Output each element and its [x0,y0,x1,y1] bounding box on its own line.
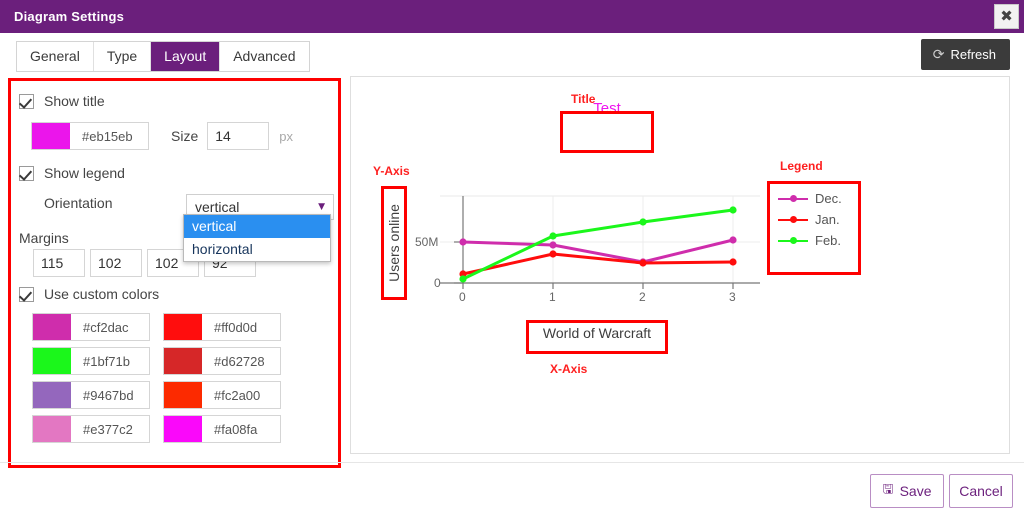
custom-color-swatch-2[interactable] [164,314,202,340]
custom-color-row-2: #1bf71b #d62728 [32,347,281,375]
orientation-selected-value: vertical [195,199,240,215]
show-legend-checkbox[interactable] [19,165,34,181]
custom-color-row-3: #9467bd #fc2a00 [32,381,281,409]
orientation-row: Orientation [44,195,112,211]
custom-color-value-5: #9467bd [83,387,134,403]
series-point-jan-1 [549,250,557,258]
close-icon[interactable]: ✖ [994,4,1019,29]
custom-color-swatch-5[interactable] [33,382,71,408]
margins-row: Margins [19,230,69,246]
series-point-feb-2 [639,218,647,226]
annotation-box-legend [767,181,861,275]
tab-general[interactable]: General [17,42,94,71]
annotation-box-y-axis [381,186,407,300]
title-size-input[interactable] [207,122,270,150]
chart-canvas [440,195,760,289]
save-label: Save [899,483,932,499]
custom-color-row-4: #e377c2 #fa08fa [32,415,281,443]
tab-advanced[interactable]: Advanced [220,42,309,71]
layout-settings-panel: Show title #eb15eb Size px Show legend O… [8,78,341,468]
x-tick-label-2: 2 [639,290,646,304]
series-point-jan-3 [729,258,737,266]
x-tick-label-3: 3 [729,290,736,304]
margin-top-input[interactable] [33,249,85,277]
y-tick-label-50m: 50M [415,235,439,249]
custom-color-swatch-6[interactable] [164,382,202,408]
custom-color-value-7: #e377c2 [83,421,133,437]
title-size-unit: px [279,128,293,144]
custom-color-field-5[interactable]: #9467bd [32,381,150,409]
use-custom-colors-label: Use custom colors [44,286,160,302]
custom-color-value-1: #cf2dac [83,319,129,335]
chevron-down-icon: ▼ [318,201,325,212]
custom-color-swatch-7[interactable] [33,416,71,442]
x-tick-label-0: 0 [459,290,466,304]
series-point-dec-3 [729,236,737,244]
series-point-jan-2 [639,259,647,267]
title-color-field[interactable]: #eb15eb [31,122,149,150]
custom-color-swatch-4[interactable] [164,348,202,374]
save-icon: 🖫 [882,482,894,497]
custom-color-field-3[interactable]: #1bf71b [32,347,150,375]
window-title: Diagram Settings [14,9,125,24]
custom-color-value-4: #d62728 [214,353,265,369]
show-title-row[interactable]: Show title [19,93,105,109]
orientation-option-vertical[interactable]: vertical [184,215,330,238]
show-legend-row[interactable]: Show legend [19,165,125,181]
custom-color-field-6[interactable]: #fc2a00 [163,381,281,409]
custom-color-row-1: #cf2dac #ff0d0d [32,313,281,341]
margin-right-input[interactable] [90,249,142,277]
series-line-jan [461,252,735,276]
custom-color-field-8[interactable]: #fa08fa [163,415,281,443]
refresh-label: Refresh [950,47,996,62]
custom-color-field-7[interactable]: #e377c2 [32,415,150,443]
custom-color-value-2: #ff0d0d [214,319,258,335]
cancel-button[interactable]: Cancel [949,474,1013,508]
custom-color-field-1[interactable]: #cf2dac [32,313,150,341]
use-custom-colors-row[interactable]: Use custom colors [19,286,159,302]
tab-layout[interactable]: Layout [151,42,221,71]
annotation-box-title [560,111,654,153]
series-point-dec-1 [549,241,557,249]
series-point-feb-1 [549,232,557,240]
tab-type[interactable]: Type [93,42,152,71]
y-tick-label-0: 0 [434,276,441,290]
x-tick-label-1: 1 [549,290,556,304]
annotation-label-title: Title [571,92,596,106]
title-size-label: Size [171,128,199,144]
series-point-feb-0 [459,275,467,283]
orientation-label: Orientation [44,195,113,211]
title-style-row: #eb15eb Size px [31,122,293,150]
custom-color-value-6: #fc2a00 [214,387,261,403]
title-color-value: #eb15eb [82,128,133,144]
orientation-dropdown-list[interactable]: vertical horizontal [183,214,331,262]
custom-color-field-4[interactable]: #d62728 [163,347,281,375]
refresh-button[interactable]: ⟳ Refresh [920,39,1010,70]
show-title-checkbox[interactable] [19,93,34,109]
custom-color-value-3: #1bf71b [83,353,130,369]
series-point-dec-0 [459,238,467,246]
annotation-label-legend: Legend [780,159,823,173]
custom-color-swatch-1[interactable] [33,314,71,340]
custom-color-swatch-8[interactable] [164,416,202,442]
window-titlebar: Diagram Settings ✖ [0,0,1024,33]
tab-bar: General Type Layout Advanced [16,41,310,72]
custom-color-swatch-3[interactable] [33,348,71,374]
custom-color-field-2[interactable]: #ff0d0d [163,313,281,341]
series-point-feb-3 [729,206,737,214]
annotation-box-x-axis [526,320,668,354]
refresh-icon: ⟳ [932,46,945,63]
annotation-label-x-axis: X-Axis [550,362,588,376]
show-legend-label: Show legend [44,165,125,181]
orientation-option-horizontal[interactable]: horizontal [184,238,330,261]
custom-color-value-8: #fa08fa [214,421,258,437]
margins-label: Margins [19,230,69,246]
use-custom-colors-checkbox[interactable] [19,286,34,302]
title-color-swatch[interactable] [32,123,70,149]
footer-divider [0,462,1024,463]
annotation-label-y-axis: Y-Axis [373,164,410,178]
show-title-label: Show title [44,93,105,109]
save-button[interactable]: 🖫 Save [870,474,944,508]
